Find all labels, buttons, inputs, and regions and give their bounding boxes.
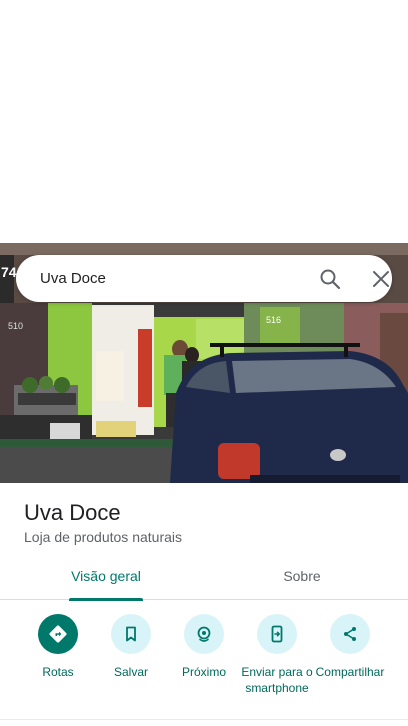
bookmark-icon	[111, 614, 151, 654]
blank-map-area	[0, 0, 408, 243]
directions-label: Rotas	[42, 665, 74, 679]
send-to-phone-button[interactable]: Enviar para o smartphone	[238, 612, 316, 696]
directions-button[interactable]: Rotas	[19, 612, 97, 680]
search-bar[interactable]: Uva Doce	[16, 255, 392, 302]
tab-overview[interactable]: Visão geral	[48, 556, 164, 601]
wall-number-right: 516	[266, 315, 281, 325]
share-label: Compartilhar	[315, 665, 385, 679]
search-icon[interactable]	[318, 267, 342, 291]
sign-number-left: 74	[1, 264, 17, 280]
nearby-button[interactable]: Próximo	[165, 612, 243, 680]
send-to-phone-label: Enviar para o smartphone	[241, 665, 313, 695]
share-icon	[330, 614, 370, 654]
action-bar: Rotas Salvar Próximo Enviar para o smart…	[0, 612, 408, 722]
tab-active-indicator	[69, 598, 143, 601]
search-input[interactable]: Uva Doce	[40, 255, 106, 302]
tab-about[interactable]: Sobre	[244, 556, 360, 600]
nearby-icon	[184, 614, 224, 654]
send-to-phone-icon	[257, 614, 297, 654]
nearby-label: Próximo	[181, 665, 226, 679]
tab-overview-label: Visão geral	[71, 568, 141, 584]
save-label: Salvar	[113, 665, 148, 679]
save-button[interactable]: Salvar	[92, 612, 170, 680]
share-button[interactable]: Compartilhar	[311, 612, 389, 680]
tab-bar: Visão geral Sobre	[0, 556, 408, 601]
wall-number-left: 510	[8, 321, 23, 331]
place-category: Loja de produtos naturais	[24, 529, 182, 545]
place-name: Uva Doce	[24, 500, 121, 525]
close-icon[interactable]	[369, 267, 393, 291]
tab-about-label: Sobre	[283, 568, 321, 584]
directions-icon	[38, 614, 78, 654]
divider	[0, 719, 408, 720]
